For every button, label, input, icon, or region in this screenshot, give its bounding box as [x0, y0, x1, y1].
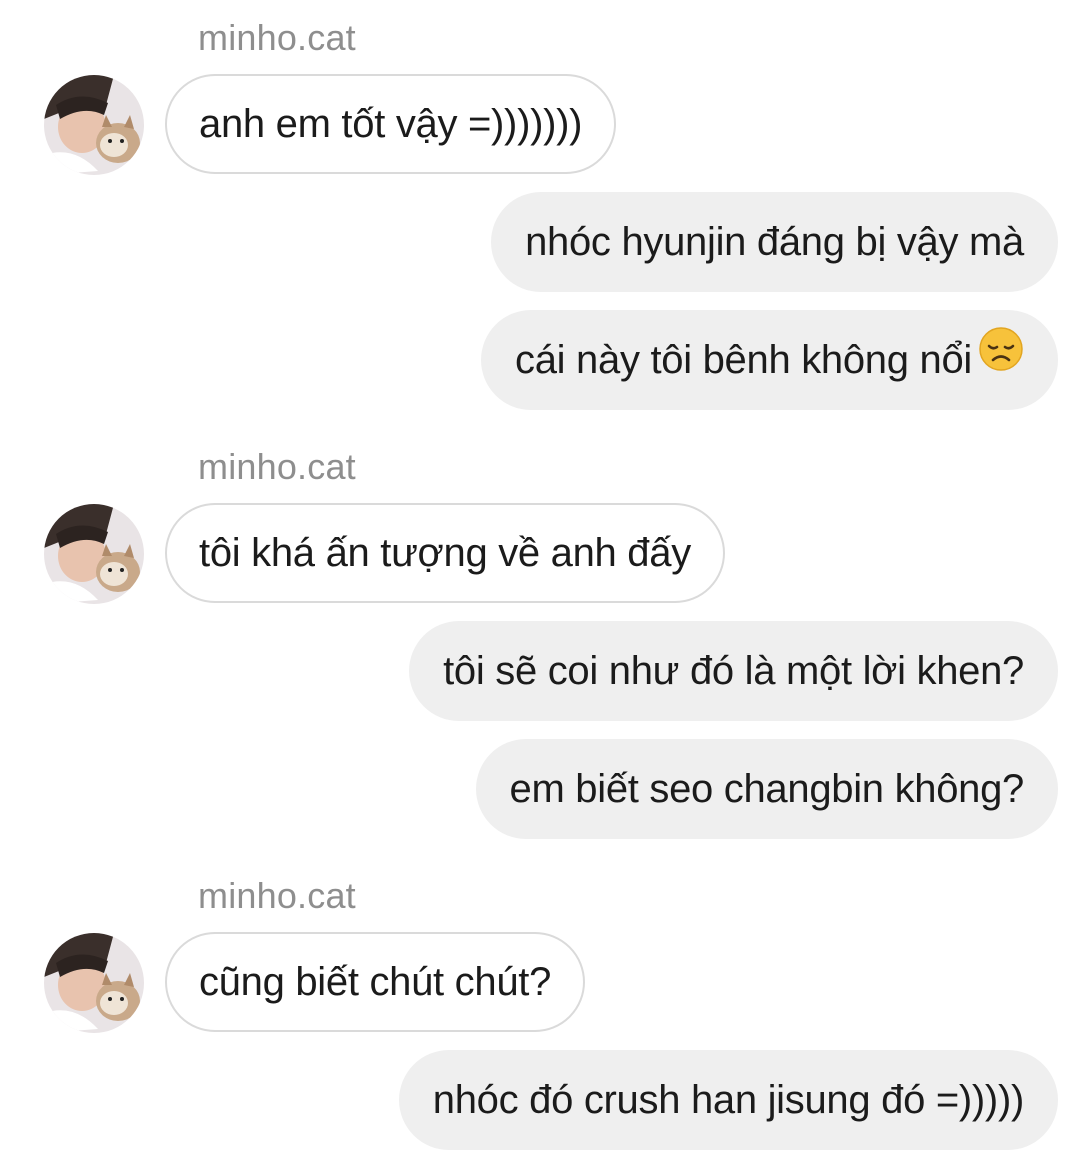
message-bubble-outgoing[interactable]: tôi sẽ coi như đó là một lời khen? — [409, 621, 1058, 721]
avatar[interactable] — [44, 504, 144, 604]
message-bubble-outgoing[interactable]: nhóc đó crush han jisung đó =))))) — [398, 1050, 1058, 1150]
disappointed-face-icon — [978, 309, 1024, 409]
message-text: em biết seo changbin không? — [509, 767, 1025, 811]
avatar-image — [44, 75, 144, 175]
message-text: cũng biết chút chút? — [199, 960, 552, 1004]
avatar-image — [44, 933, 144, 1033]
message-text: nhóc đó crush han jisung đó =))))) — [432, 1078, 1025, 1122]
sender-name[interactable]: minho.cat — [198, 876, 356, 916]
sender-name[interactable]: minho.cat — [198, 18, 356, 58]
avatar[interactable] — [44, 933, 144, 1033]
message-text: nhóc hyunjin đáng bị vậy mà — [525, 220, 1024, 264]
message-bubble-outgoing[interactable]: nhóc hyunjin đáng bị vậy mà — [491, 192, 1058, 292]
message-bubble-incoming[interactable]: tôi khá ấn tượng về anh đấy — [165, 503, 725, 603]
message-bubble-incoming[interactable]: anh em tốt vậy =))))))) — [165, 74, 617, 174]
message-text: anh em tốt vậy =))))))) — [199, 102, 583, 146]
chat-thread: minho.cat anh em tốt vậy =))))))) nhóc h… — [0, 0, 1080, 1161]
message-text: cái này tôi bênh không nổi — [515, 338, 972, 382]
message-bubble-outgoing[interactable]: cái này tôi bênh không nổi — [481, 310, 1058, 410]
message-text: tôi khá ấn tượng về anh đấy — [199, 531, 691, 575]
sender-name[interactable]: minho.cat — [198, 447, 356, 487]
avatar-image — [44, 504, 144, 604]
message-bubble-incoming[interactable]: cũng biết chút chút? — [165, 932, 586, 1032]
message-bubble-outgoing[interactable]: em biết seo changbin không? — [475, 739, 1058, 839]
message-text: tôi sẽ coi như đó là một lời khen? — [443, 649, 1024, 693]
avatar[interactable] — [44, 75, 144, 175]
